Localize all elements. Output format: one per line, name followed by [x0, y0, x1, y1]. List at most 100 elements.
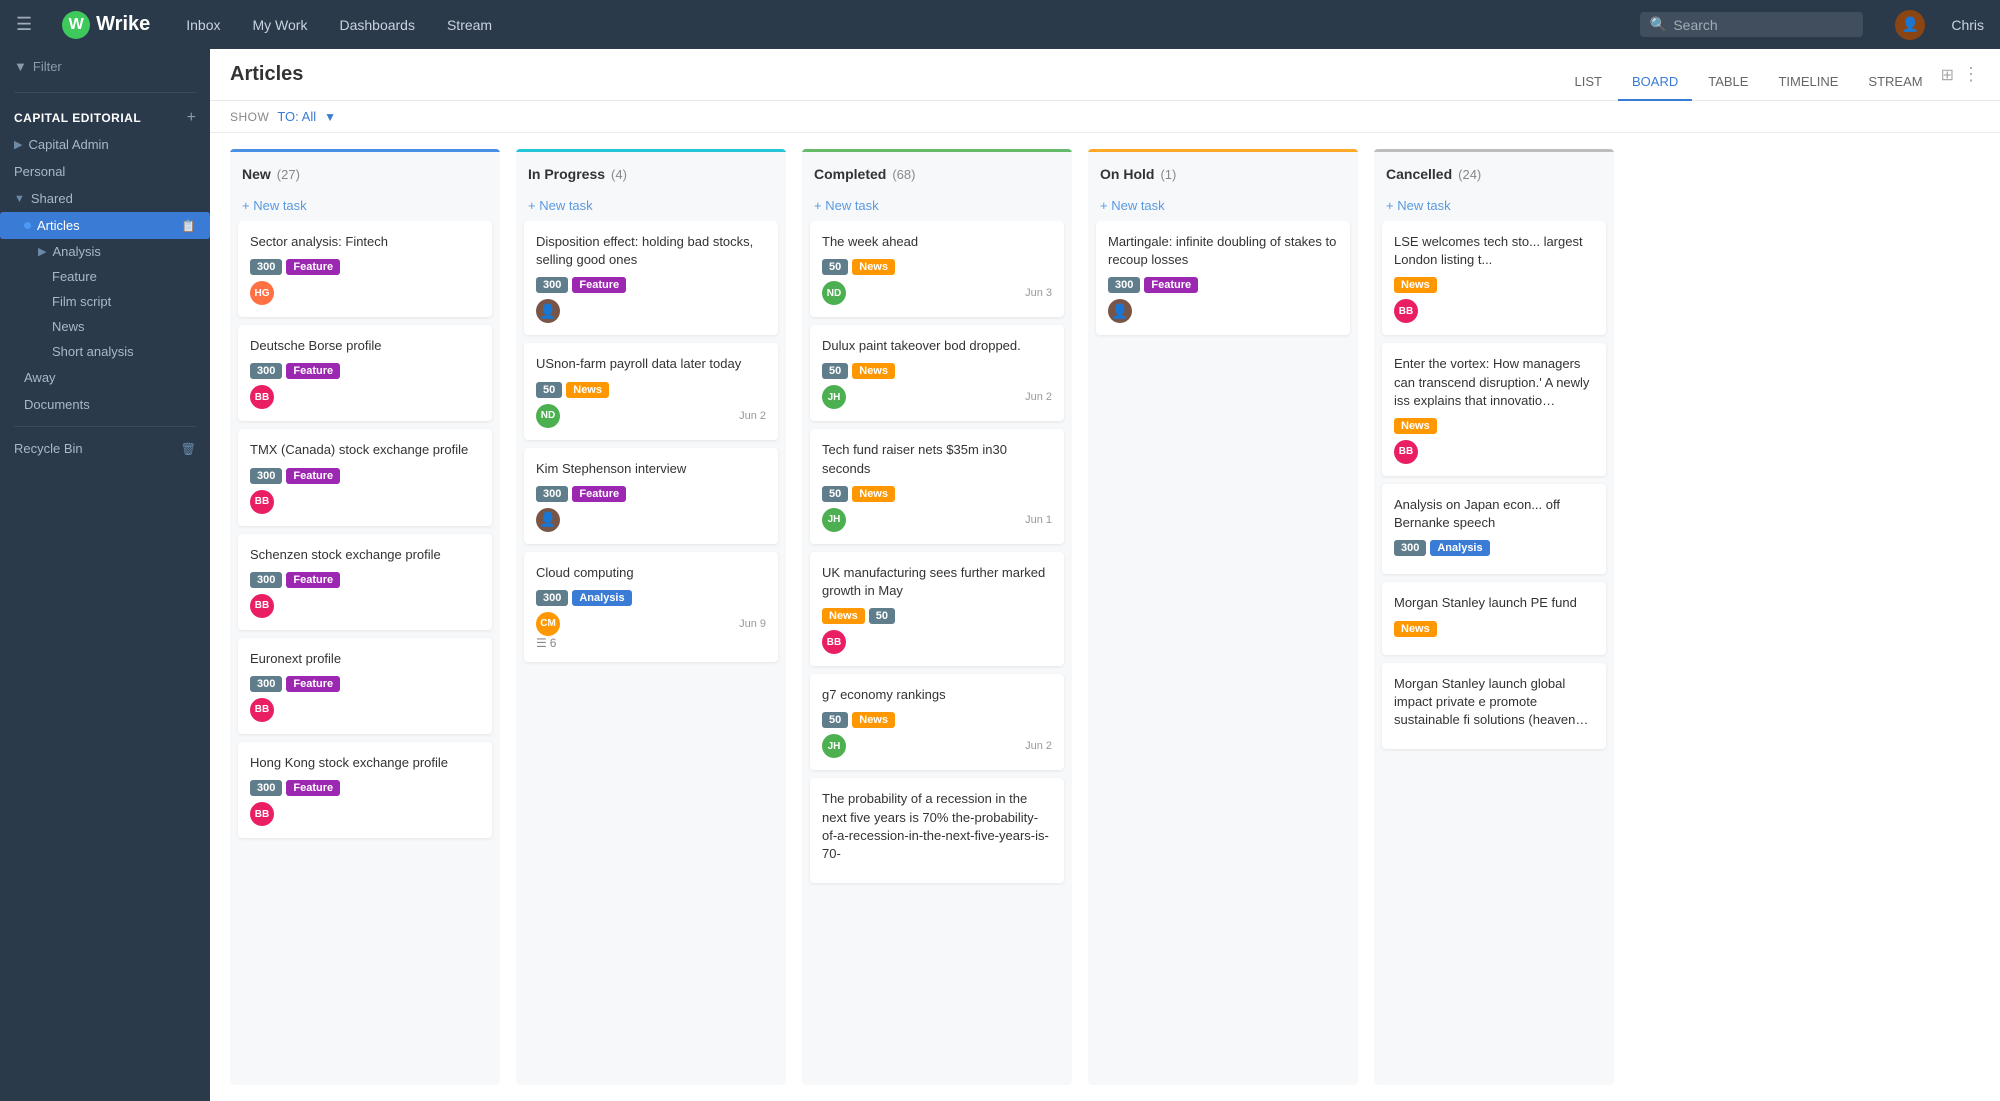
nav-stream[interactable]: Stream	[441, 13, 498, 37]
sidebar-item-personal[interactable]: Personal	[0, 158, 210, 185]
sidebar-item-analysis[interactable]: ▶ Analysis	[0, 239, 210, 264]
card[interactable]: TMX (Canada) stock exchange profile300Fe…	[238, 429, 492, 525]
sidebar-item-articles[interactable]: Articles 📋	[0, 212, 210, 239]
nav-mywork[interactable]: My Work	[247, 13, 314, 37]
card-avatar: BB	[250, 698, 274, 722]
card-footer: 👤	[536, 299, 766, 323]
sidebar-item-away[interactable]: Away	[0, 364, 210, 391]
card-tag: News	[1394, 621, 1437, 637]
sidebar-item-news[interactable]: News	[0, 314, 210, 339]
card[interactable]: Kim Stephenson interview300Feature👤	[524, 448, 778, 544]
sidebar-item-documents[interactable]: Documents	[0, 391, 210, 418]
card[interactable]: The probability of a recession in the ne…	[810, 778, 1064, 883]
sidebar-item-shortanalysis[interactable]: Short analysis	[0, 339, 210, 364]
nav-dashboards[interactable]: Dashboards	[333, 13, 421, 37]
card[interactable]: LSE welcomes tech sto... largest London …	[1382, 221, 1606, 335]
card[interactable]: Disposition effect: holding bad stocks, …	[524, 221, 778, 335]
card[interactable]: Hong Kong stock exchange profile300Featu…	[238, 742, 492, 838]
card-tags: 300Feature	[536, 486, 766, 502]
card[interactable]: Analysis on Japan econ... off Bernanke s…	[1382, 484, 1606, 574]
card-avatar: BB	[1394, 440, 1418, 464]
tab-board[interactable]: BOARD	[1618, 64, 1692, 101]
board-column-inprogress: In Progress(4)+ New taskDisposition effe…	[516, 149, 786, 1085]
card-avatar: JH	[822, 508, 846, 532]
sidebar-item-label: Capital Admin	[28, 137, 108, 152]
card[interactable]: Morgan Stanley launch global impact priv…	[1382, 663, 1606, 750]
card[interactable]: Dulux paint takeover bod dropped.50NewsJ…	[810, 325, 1064, 421]
card-date: Jun 1	[1025, 514, 1052, 526]
card-tag: 50	[822, 259, 848, 275]
card[interactable]: The week ahead50NewsNDJun 3	[810, 221, 1064, 317]
card-tags: 300Feature	[250, 363, 480, 379]
sidebar-item-label: Analysis	[52, 244, 100, 259]
nav-inbox[interactable]: Inbox	[180, 13, 226, 37]
filter-btn[interactable]: ▼ Filter	[0, 49, 210, 84]
sidebar-item-label: Feature	[52, 269, 97, 284]
board-column-onhold: On Hold(1)+ New taskMartingale: infinite…	[1088, 149, 1358, 1085]
card[interactable]: Deutsche Borse profile300FeatureBB	[238, 325, 492, 421]
tab-timeline[interactable]: TIMELINE	[1764, 64, 1852, 101]
card-tag: Feature	[286, 780, 340, 796]
card-avatar: BB	[1394, 299, 1418, 323]
card-title: Deutsche Borse profile	[250, 337, 480, 355]
hamburger-icon[interactable]: ☰	[16, 14, 32, 35]
card[interactable]: Tech fund raiser nets $35m in30 seconds5…	[810, 429, 1064, 543]
sidebar-item-recycle[interactable]: Recycle Bin 🗑	[0, 435, 210, 462]
page-title: Articles	[230, 63, 303, 100]
card-avatar: BB	[250, 802, 274, 826]
sidebar-item-capital-admin[interactable]: ▶ Capital Admin	[0, 131, 210, 158]
col-bar	[802, 149, 1072, 152]
add-section-btn[interactable]: +	[187, 109, 196, 127]
more-options-icon[interactable]: ⋮	[1962, 64, 1980, 85]
card-title: The probability of a recession in the ne…	[822, 790, 1052, 863]
sidebar-item-filmscript[interactable]: Film script	[0, 289, 210, 314]
search-input[interactable]	[1673, 17, 1853, 33]
sidebar-item-shared[interactable]: ▼ Shared	[0, 185, 210, 212]
board-column-new: New(27)+ New taskSector analysis: Fintec…	[230, 149, 500, 1085]
card-footer: BB	[1394, 440, 1594, 464]
content-header: Articles LIST BOARD TABLE TIMELINE STREA…	[210, 49, 2000, 101]
header-actions: ⊞ ⋮	[1941, 64, 1980, 99]
grid-view-icon[interactable]: ⊞	[1941, 65, 1954, 85]
col-count: (68)	[892, 167, 915, 182]
card-footer: BB	[822, 630, 1052, 654]
card[interactable]: Martingale: infinite doubling of stakes …	[1096, 221, 1350, 335]
sidebar-item-feature[interactable]: Feature	[0, 264, 210, 289]
card[interactable]: g7 economy rankings50NewsJHJun 2	[810, 674, 1064, 770]
card-tags: 300Analysis	[536, 590, 766, 606]
new-task-btn[interactable]: + New task	[1088, 190, 1358, 221]
new-task-btn[interactable]: + New task	[230, 190, 500, 221]
card-date: Jun 9	[739, 618, 766, 630]
new-task-btn[interactable]: + New task	[802, 190, 1072, 221]
card-avatar: 👤	[536, 508, 560, 532]
card-tag: 50	[822, 712, 848, 728]
card-footer: BB	[250, 802, 480, 826]
subtask-count: ☰6	[536, 636, 766, 650]
card[interactable]: Euronext profile300FeatureBB	[238, 638, 492, 734]
filter-dropdown-icon[interactable]: ▼	[324, 110, 336, 124]
card-title: Disposition effect: holding bad stocks, …	[536, 233, 766, 269]
card[interactable]: Cloud computing300AnalysisCMJun 9☰6	[524, 552, 778, 662]
new-task-btn[interactable]: + New task	[516, 190, 786, 221]
search-icon: 🔍	[1650, 16, 1667, 33]
capital-editorial-header[interactable]: CAPITAL EDITORIAL +	[14, 109, 196, 127]
card[interactable]: Morgan Stanley launch PE fundNews	[1382, 582, 1606, 654]
card-tag: News	[1394, 277, 1437, 293]
tab-list[interactable]: LIST	[1561, 64, 1616, 101]
card[interactable]: Schenzen stock exchange profile300Featur…	[238, 534, 492, 630]
card[interactable]: USnon-farm payroll data later today50New…	[524, 343, 778, 439]
card[interactable]: Enter the vortex: How managers can trans…	[1382, 343, 1606, 476]
card[interactable]: Sector analysis: Fintech300FeatureHG	[238, 221, 492, 317]
new-task-btn[interactable]: + New task	[1374, 190, 1614, 221]
search-box: 🔍	[1640, 12, 1863, 37]
col-count: (24)	[1458, 167, 1481, 182]
card-tags: 300Feature	[250, 676, 480, 692]
tab-table[interactable]: TABLE	[1694, 64, 1762, 101]
card-tags: 300Analysis	[1394, 540, 1594, 556]
tab-stream[interactable]: STREAM	[1854, 64, 1936, 101]
card-tags: 50News	[822, 486, 1052, 502]
card-tag: News	[1394, 418, 1437, 434]
filter-value[interactable]: TO: All	[277, 109, 316, 124]
card[interactable]: UK manufacturing sees further marked gro…	[810, 552, 1064, 666]
card-title: Cloud computing	[536, 564, 766, 582]
